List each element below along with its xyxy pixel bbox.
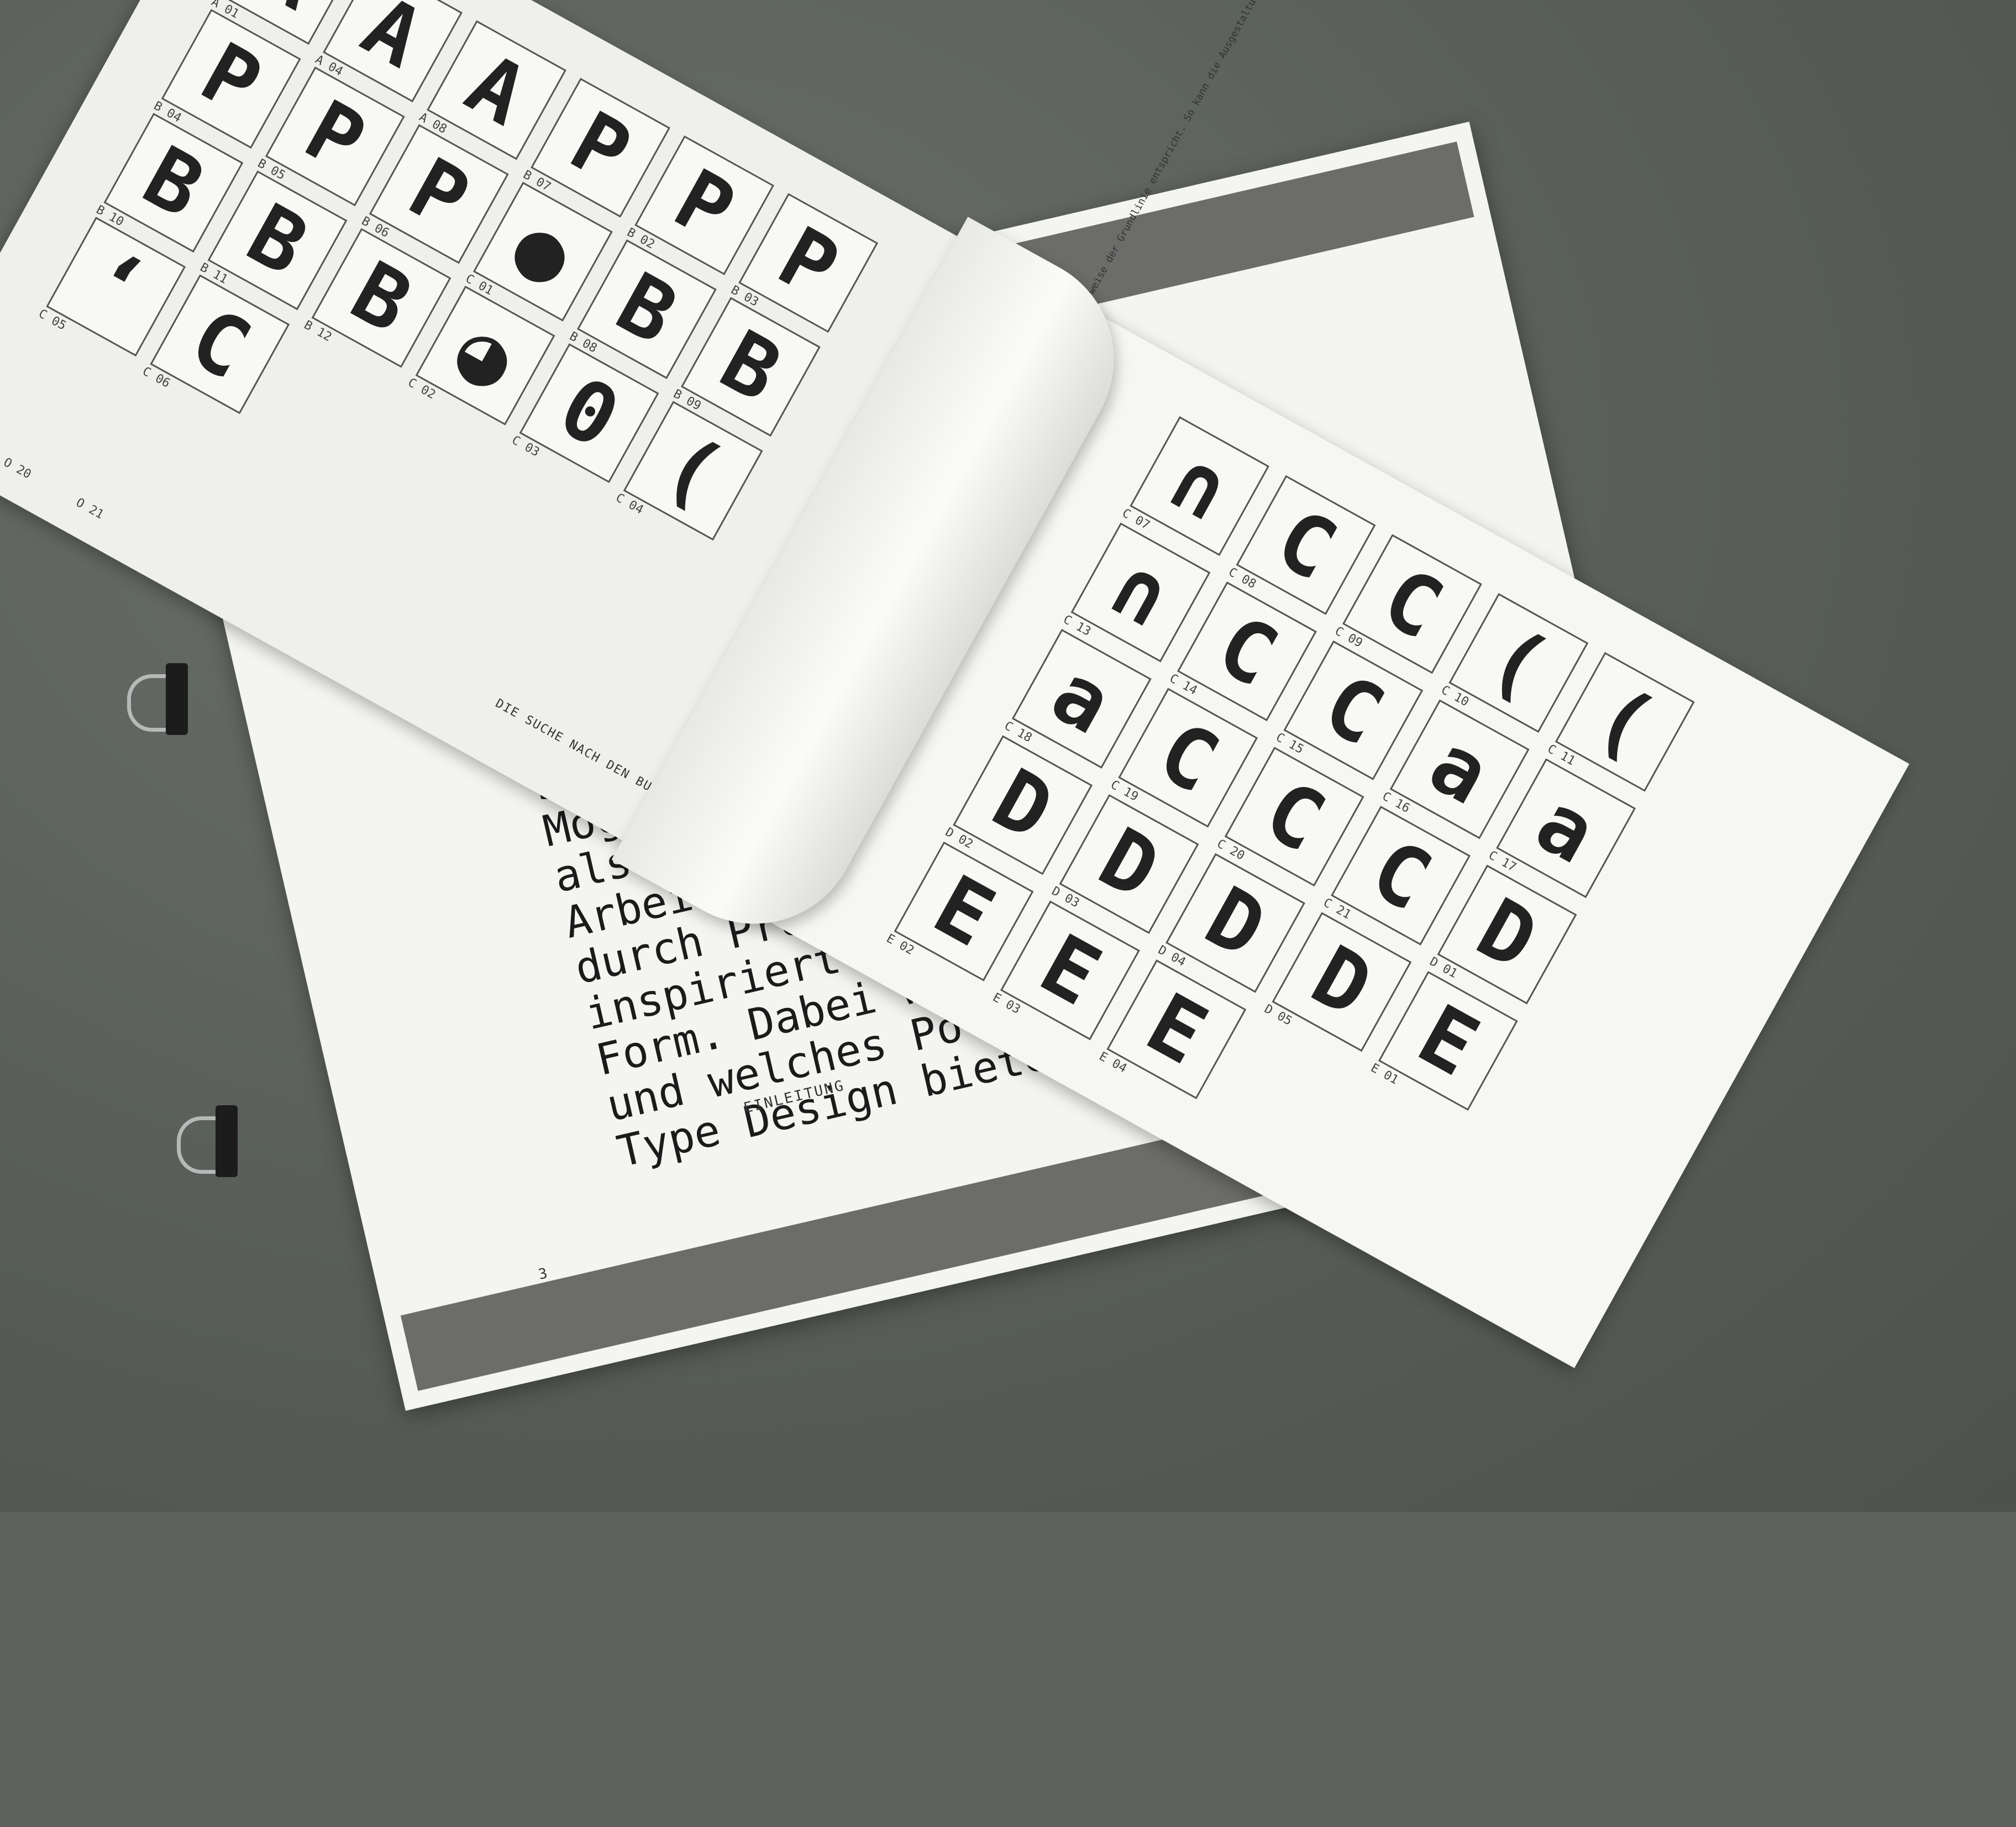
glyph-specimen: P — [659, 151, 750, 260]
glyph-specimen: E — [1403, 986, 1493, 1095]
glyph-specimen: A — [451, 36, 542, 145]
glyph-specimen: 0 — [544, 359, 634, 468]
under-page-label: O 20 — [1, 455, 34, 482]
booklet: DIE SUCHE NACH DEN BUCHSTABENFORMEN AA 0… — [0, 0, 1909, 1809]
glyph-specimen: P — [290, 82, 380, 191]
glyph-specimen: D — [1462, 880, 1552, 989]
glyph-box: (C 11 — [1545, 652, 1695, 792]
glyph-specimen: C — [175, 290, 265, 398]
glyph-box: BB 09 — [671, 297, 821, 437]
glyph-specimen: C — [1261, 491, 1351, 600]
glyph-specimen: B — [336, 244, 427, 353]
glyph-box: 0C 03 — [510, 343, 659, 484]
glyph-box: EE 02 — [884, 841, 1034, 981]
glyph-specimen: E — [1025, 916, 1116, 1025]
photo-scene: Schrift ist ein grafdas sprachliche Info… — [0, 0, 2016, 1512]
glyph-box: ● C 01 — [463, 181, 613, 322]
glyph-box: ∩ C 13 — [1061, 522, 1211, 663]
glyph-box: EE 04 — [1096, 959, 1247, 1100]
glyph-specimen: C — [1308, 656, 1399, 765]
glyph-box: aC 16 — [1380, 699, 1530, 839]
glyph-specimen: B — [128, 128, 219, 237]
glyph-specimen: ◕ — [440, 301, 531, 410]
glyph-specimen: P — [186, 24, 276, 133]
glyph-specimen: D — [977, 750, 1068, 859]
glyph-box: CC 14 — [1167, 581, 1317, 722]
glyph-specimen: ∩ — [1154, 432, 1245, 540]
glyph-specimen: C — [1355, 821, 1446, 930]
glyph-specimen: a — [1414, 715, 1505, 823]
glyph-specimen: a — [1520, 774, 1611, 883]
glyph-specimen: ● — [497, 197, 588, 306]
glyph-specimen: D — [1190, 869, 1281, 978]
glyph-specimen: ∩ — [1095, 538, 1186, 647]
glyph-box: CC 06 — [140, 274, 290, 414]
glyph-box: PB 06 — [359, 124, 509, 264]
glyph-box: CC 21 — [1321, 805, 1471, 946]
glyph-specimen: ‘ — [71, 232, 161, 341]
glyph-specimen: E — [918, 857, 1009, 966]
glyph-box: DD 02 — [943, 735, 1093, 875]
glyph-box: BB 10 — [94, 113, 244, 253]
glyph-box: PB 07 — [521, 77, 670, 218]
glyph-box: (C 04 — [613, 401, 763, 541]
glyph-box: BB 12 — [302, 228, 452, 368]
glyph-box: ◕ C 02 — [406, 285, 555, 426]
glyph-box: EE 01 — [1368, 971, 1518, 1111]
glyph-box: DD 05 — [1262, 912, 1412, 1052]
glyph-box: EE 03 — [990, 900, 1140, 1041]
under-page-label: O 21 — [74, 495, 106, 522]
glyph-specimen: C — [1367, 549, 1458, 658]
glyph-box: PB 05 — [255, 66, 405, 207]
glyph-box: PB 02 — [624, 135, 775, 275]
glyph-specimen: C — [1201, 597, 1293, 706]
glyph-specimen: P — [555, 93, 646, 202]
glyph-box: BB 08 — [567, 239, 717, 379]
glyph-box: ‘C 05 — [36, 217, 186, 357]
glyph-box: BB 11 — [198, 170, 348, 311]
glyph-box: CC 08 — [1226, 475, 1376, 615]
glyph-box: DD 03 — [1049, 794, 1199, 934]
glyph-specimen: D — [1084, 810, 1174, 918]
glyph-box: PB 03 — [728, 193, 879, 333]
glyph-box: CC 09 — [1332, 534, 1482, 674]
glyph-box: AA 08 — [417, 20, 566, 160]
glyph-specimen: ( — [648, 416, 738, 525]
glyph-box: CC 19 — [1108, 687, 1258, 828]
glyph-specimen: B — [601, 255, 692, 364]
glyph-specimen: a — [1036, 644, 1127, 753]
glyph-box: DD 01 — [1427, 864, 1577, 1005]
glyph-box: DD 04 — [1156, 853, 1305, 993]
glyph-specimen: P — [393, 140, 484, 249]
glyph-specimen: D — [1296, 927, 1387, 1036]
glyph-specimen: ( — [1473, 608, 1564, 717]
glyph-box: aC 18 — [1002, 629, 1152, 769]
glyph-specimen: C — [1249, 762, 1340, 871]
glyph-box: (C 10 — [1439, 593, 1589, 733]
glyph-specimen: P — [763, 208, 854, 317]
glyph-box: aC 17 — [1486, 758, 1636, 899]
glyph-box: CC 15 — [1273, 640, 1424, 780]
glyph-box: ∩ C 07 — [1120, 416, 1270, 556]
glyph-specimen: B — [705, 312, 796, 421]
glyph-specimen: E — [1131, 975, 1222, 1084]
glyph-specimen: B — [232, 186, 323, 295]
glyph-specimen: C — [1143, 704, 1233, 812]
glyph-box: PB 04 — [151, 9, 301, 149]
glyph-specimen: ( — [1579, 668, 1670, 776]
glyph-box: CC 20 — [1215, 747, 1364, 887]
